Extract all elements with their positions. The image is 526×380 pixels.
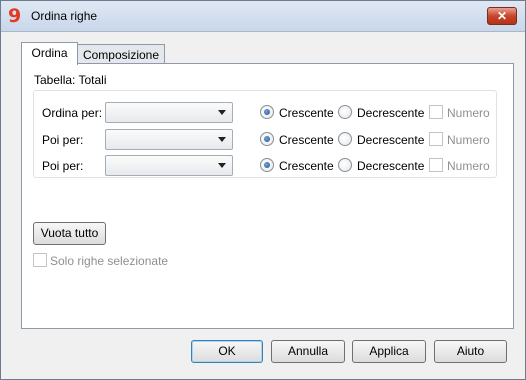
- numeric-label: Numero: [447, 159, 490, 173]
- ascending-label[interactable]: Crescente: [279, 106, 334, 120]
- ascending-radio[interactable]: [260, 158, 274, 172]
- numeric-checkbox[interactable]: [429, 105, 443, 119]
- ascending-label[interactable]: Crescente: [279, 159, 334, 173]
- numeric-label: Numero: [447, 106, 490, 120]
- sort-criteria-group: Ordina per: Crescente Decrescente Numero…: [33, 90, 497, 178]
- numeric-label: Numero: [447, 133, 490, 147]
- sort-row-label: Poi per:: [42, 159, 84, 173]
- clear-all-button[interactable]: Vuota tutto: [33, 222, 106, 245]
- chevron-down-icon: [218, 137, 226, 142]
- apply-button[interactable]: Applica: [352, 340, 426, 363]
- sort-row-1: Ordina per: Crescente Decrescente Numero: [34, 102, 496, 124]
- sort-row-label: Ordina per:: [42, 106, 103, 120]
- descending-radio[interactable]: [338, 132, 352, 146]
- descending-label[interactable]: Decrescente: [357, 106, 424, 120]
- sort-field-dropdown[interactable]: [105, 129, 233, 150]
- sort-row-2: Poi per: Crescente Decrescente Numero: [34, 129, 496, 151]
- clear-all-label: Vuota tutto: [40, 226, 99, 240]
- window-title: Ordina righe: [31, 9, 98, 23]
- descending-radio[interactable]: [338, 158, 352, 172]
- dialog-body: Ordina Composizione Tabella: Totali Ordi…: [4, 32, 522, 376]
- apply-label: Applica: [369, 344, 409, 358]
- cancel-label: Annulla: [287, 344, 329, 358]
- close-icon: ✕: [496, 9, 508, 23]
- ok-label: OK: [218, 344, 236, 358]
- dialog-window: 9 Ordina righe ✕ Ordina Composizione Tab…: [0, 0, 526, 380]
- tab-panel-ordina: Tabella: Totali Ordina per: Crescente De…: [21, 63, 514, 329]
- chevron-down-icon: [218, 163, 226, 168]
- close-button[interactable]: ✕: [487, 7, 517, 25]
- cancel-button[interactable]: Annulla: [271, 340, 345, 363]
- tab-label: Ordina: [31, 46, 68, 60]
- descending-label[interactable]: Decrescente: [357, 159, 424, 173]
- title-bar: 9 Ordina righe ✕: [1, 1, 525, 32]
- table-label: Tabella: Totali: [34, 73, 107, 87]
- help-label: Aiuto: [456, 344, 485, 358]
- ascending-radio[interactable]: [260, 132, 274, 146]
- ascending-radio[interactable]: [260, 105, 274, 119]
- only-selected-label: Solo righe selezionate: [50, 254, 169, 268]
- tab-label: Composizione: [82, 48, 160, 62]
- ok-button[interactable]: OK: [191, 340, 263, 363]
- descending-radio[interactable]: [338, 105, 352, 119]
- sort-field-dropdown[interactable]: [105, 102, 233, 123]
- chevron-down-icon: [218, 110, 226, 115]
- ascending-label[interactable]: Crescente: [279, 133, 334, 147]
- sort-row-3: Poi per: Crescente Decrescente Numero: [34, 155, 496, 177]
- only-selected-checkbox[interactable]: [33, 253, 47, 267]
- app-logo-icon: 9: [8, 5, 22, 27]
- descending-label[interactable]: Decrescente: [357, 133, 424, 147]
- tab-composizione[interactable]: Composizione: [77, 44, 165, 65]
- numeric-checkbox[interactable]: [429, 132, 443, 146]
- help-button[interactable]: Aiuto: [434, 340, 507, 363]
- numeric-checkbox[interactable]: [429, 158, 443, 172]
- sort-field-dropdown[interactable]: [105, 155, 233, 176]
- sort-row-label: Poi per:: [42, 133, 84, 147]
- tab-ordina[interactable]: Ordina: [21, 42, 78, 65]
